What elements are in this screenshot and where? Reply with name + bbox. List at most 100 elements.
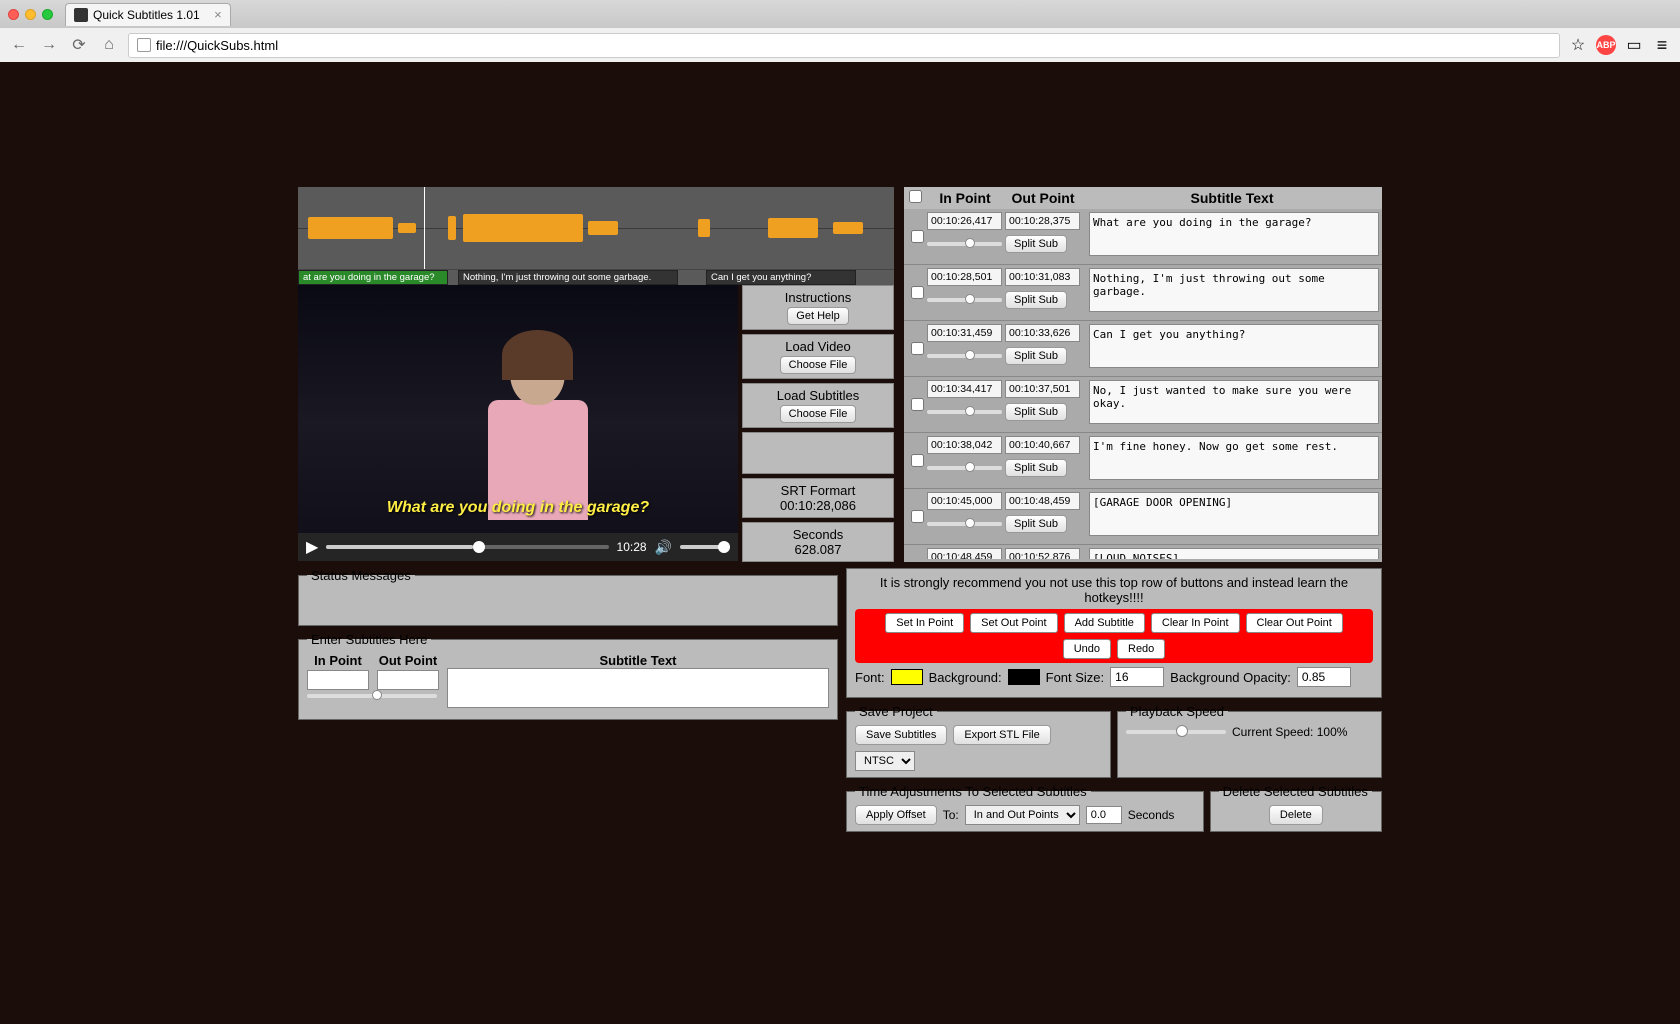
subtitle-row-checkbox[interactable] xyxy=(911,342,924,355)
subtitle-row: Split Sub Can I get you anything? xyxy=(904,321,1382,377)
subtitle-timeline[interactable]: at are you doing in the garage? Nothing,… xyxy=(298,269,894,285)
split-sub-button[interactable]: Split Sub xyxy=(1005,235,1067,253)
in-point-input[interactable] xyxy=(927,492,1002,510)
minimize-window-icon[interactable] xyxy=(25,9,36,20)
enter-offset-slider[interactable] xyxy=(307,694,437,698)
undo-button[interactable]: Undo xyxy=(1063,639,1111,659)
redo-button[interactable]: Redo xyxy=(1117,639,1165,659)
timeline-segment[interactable]: Can I get you anything? xyxy=(706,270,856,285)
font-size-input[interactable] xyxy=(1110,667,1164,687)
waveform-display[interactable] xyxy=(298,187,894,269)
bookmark-icon[interactable]: ☆ xyxy=(1568,35,1588,55)
reload-icon[interactable]: ⟳ xyxy=(68,34,90,56)
in-point-input[interactable] xyxy=(927,268,1002,286)
opacity-input[interactable] xyxy=(1297,667,1351,687)
out-point-input[interactable] xyxy=(1005,212,1080,230)
subtitle-row-checkbox[interactable] xyxy=(911,230,924,243)
add-subtitle-button[interactable]: Add Subtitle xyxy=(1064,613,1145,633)
maximize-window-icon[interactable] xyxy=(42,9,53,20)
timeline-segment[interactable]: Nothing, I'm just throwing out some garb… xyxy=(458,270,678,285)
playback-speed-legend: Playback Speed xyxy=(1126,704,1228,719)
set-in-point-button[interactable]: Set In Point xyxy=(885,613,964,633)
in-point-input[interactable] xyxy=(927,548,1002,559)
subtitle-text-input[interactable]: [LOUD NOISES] xyxy=(1089,548,1379,559)
play-icon[interactable]: ▶ xyxy=(306,537,318,557)
device-icon[interactable]: ▭ xyxy=(1624,35,1644,55)
apply-offset-button[interactable]: Apply Offset xyxy=(855,805,937,825)
font-color-swatch[interactable] xyxy=(891,669,923,685)
row-offset-slider[interactable] xyxy=(927,466,1002,470)
row-offset-slider[interactable] xyxy=(927,410,1002,414)
subtitle-row-checkbox[interactable] xyxy=(911,398,924,411)
header-subtitle-text: Subtitle Text xyxy=(1082,190,1382,206)
forward-icon[interactable]: → xyxy=(38,34,60,56)
row-offset-slider[interactable] xyxy=(927,354,1002,358)
choose-video-file-button[interactable]: Choose File xyxy=(780,356,857,374)
video-scrubber[interactable] xyxy=(326,545,608,549)
subtitle-text-input[interactable]: What are you doing in the garage? xyxy=(1089,212,1379,256)
out-point-input[interactable] xyxy=(1005,380,1080,398)
split-sub-button[interactable]: Split Sub xyxy=(1005,347,1067,365)
row-offset-slider[interactable] xyxy=(927,298,1002,302)
subtitle-row-checkbox[interactable] xyxy=(911,454,924,467)
export-format-select[interactable]: NTSC xyxy=(855,751,915,771)
out-point-input[interactable] xyxy=(1005,436,1080,454)
status-legend: Status Messages xyxy=(307,568,415,583)
home-icon[interactable]: ⌂ xyxy=(98,34,120,56)
subtitle-row-checkbox[interactable] xyxy=(911,286,924,299)
volume-icon[interactable]: 🔊 xyxy=(655,539,672,556)
subtitle-list[interactable]: Split Sub What are you doing in the garag… xyxy=(904,209,1382,559)
url-input[interactable]: file:///QuickSubs.html xyxy=(128,33,1560,58)
split-sub-button[interactable]: Split Sub xyxy=(1005,459,1067,477)
subtitle-text-input[interactable]: I'm fine honey. Now go get some rest. xyxy=(1089,436,1379,480)
in-point-input[interactable] xyxy=(927,436,1002,454)
set-out-point-button[interactable]: Set Out Point xyxy=(970,613,1057,633)
get-help-button[interactable]: Get Help xyxy=(787,307,848,325)
menu-icon[interactable]: ≡ xyxy=(1652,35,1672,55)
video-controls: ▶ 10:28 🔊 xyxy=(298,533,738,561)
offset-value-input[interactable] xyxy=(1086,806,1122,824)
offset-target-select[interactable]: In and Out Points xyxy=(965,805,1080,825)
timeline-segment-active[interactable]: at are you doing in the garage? xyxy=(298,270,448,285)
in-point-input[interactable] xyxy=(927,212,1002,230)
save-subtitles-button[interactable]: Save Subtitles xyxy=(855,725,947,745)
row-offset-slider[interactable] xyxy=(927,522,1002,526)
choose-subtitles-file-button[interactable]: Choose File xyxy=(780,405,857,423)
enter-in-input[interactable] xyxy=(307,670,369,690)
clear-out-point-button[interactable]: Clear Out Point xyxy=(1246,613,1343,633)
clear-in-point-button[interactable]: Clear In Point xyxy=(1151,613,1240,633)
subtitle-text-input[interactable]: No, I just wanted to make sure you were … xyxy=(1089,380,1379,424)
empty-panel xyxy=(742,432,894,474)
in-point-input[interactable] xyxy=(927,324,1002,342)
split-sub-button[interactable]: Split Sub xyxy=(1005,403,1067,421)
export-stl-button[interactable]: Export STL File xyxy=(953,725,1050,745)
split-sub-button[interactable]: Split Sub xyxy=(1005,515,1067,533)
subtitle-row-checkbox[interactable] xyxy=(911,510,924,523)
tab-close-icon[interactable]: × xyxy=(214,7,222,22)
enter-out-input[interactable] xyxy=(377,670,439,690)
close-window-icon[interactable] xyxy=(8,9,19,20)
enter-text-input[interactable] xyxy=(447,668,829,708)
playback-speed-slider[interactable] xyxy=(1126,730,1226,734)
in-point-input[interactable] xyxy=(927,380,1002,398)
split-sub-button[interactable]: Split Sub xyxy=(1005,291,1067,309)
back-icon[interactable]: ← xyxy=(8,34,30,56)
subtitle-list-panel: In Point Out Point Subtitle Text Split S… xyxy=(904,187,1382,562)
delete-button[interactable]: Delete xyxy=(1269,805,1323,825)
out-point-input[interactable] xyxy=(1005,268,1080,286)
background-color-swatch[interactable] xyxy=(1008,669,1040,685)
playhead-icon[interactable] xyxy=(424,187,425,269)
volume-slider[interactable] xyxy=(680,545,730,549)
browser-tab[interactable]: Quick Subtitles 1.01 × xyxy=(65,3,231,26)
select-all-checkbox[interactable] xyxy=(909,190,922,203)
out-point-input[interactable] xyxy=(1005,324,1080,342)
subtitle-text-input[interactable]: Can I get you anything? xyxy=(1089,324,1379,368)
out-point-input[interactable] xyxy=(1005,492,1080,510)
video-time: 10:28 xyxy=(617,540,647,554)
subtitle-text-input[interactable]: [GARAGE DOOR OPENING] xyxy=(1089,492,1379,536)
row-offset-slider[interactable] xyxy=(927,242,1002,246)
out-point-input[interactable] xyxy=(1005,548,1080,559)
abp-icon[interactable]: ABP xyxy=(1596,35,1616,55)
subtitle-text-input[interactable]: Nothing, I'm just throwing out some garb… xyxy=(1089,268,1379,312)
video-player[interactable]: What are you doing in the garage? ▶ 10:2… xyxy=(298,285,738,561)
